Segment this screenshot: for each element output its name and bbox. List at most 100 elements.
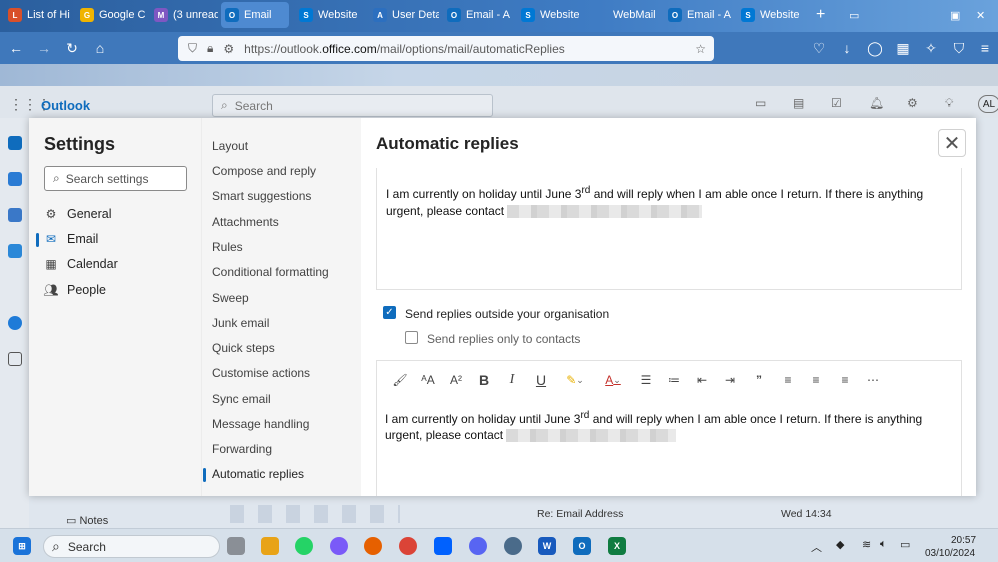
outlook-search-input[interactable]: ⌕ Search	[212, 94, 493, 117]
decrease-indent-icon[interactable]: ⇤	[694, 372, 710, 388]
send-outside-checkbox[interactable]: ✓	[383, 306, 396, 319]
align-left-icon[interactable]: ≡	[780, 372, 796, 388]
browser-tab[interactable]: S Website	[295, 2, 365, 28]
nav-item-general[interactable]: ⚙ General	[44, 207, 112, 221]
maximize-icon[interactable]: ▣	[946, 2, 962, 28]
nav-item-calendar[interactable]: ▦ Calendar	[44, 257, 117, 271]
subnav-attachments[interactable]: Attachments	[212, 215, 279, 229]
excel-icon[interactable]: X	[608, 537, 626, 555]
outlook-icon[interactable]: O	[573, 537, 591, 555]
home-icon[interactable]: ⌂	[91, 39, 109, 57]
contacts-only-checkbox[interactable]	[405, 331, 418, 344]
numbering-icon[interactable]: ≔	[666, 372, 682, 388]
taskbar-search[interactable]: ⌕ Search	[43, 535, 220, 558]
tray-chevron-icon[interactable]: ︿	[811, 539, 822, 555]
browser-tab-active[interactable]: OEmail✕	[221, 2, 289, 28]
close-button[interactable]: ✕	[938, 129, 966, 157]
browser-tab[interactable]: WebMail	[590, 2, 660, 28]
subnav-sweep[interactable]: Sweep	[212, 291, 249, 305]
task-view-icon[interactable]	[227, 537, 245, 555]
todo-app-icon[interactable]	[8, 244, 22, 258]
pocket-icon[interactable]: ♡	[810, 39, 828, 57]
bookmark-star-icon[interactable]: ☆	[695, 42, 706, 56]
notes-folder[interactable]: ▭ Notes	[66, 514, 108, 527]
nav-item-people[interactable]: 👥︎ People	[43, 283, 106, 297]
battery-icon[interactable]: ▭	[900, 538, 910, 551]
download-icon[interactable]: ↓	[838, 39, 856, 57]
browser-tab[interactable]: L List of Hi	[4, 2, 74, 28]
subnav-quick-steps[interactable]: Quick steps	[212, 341, 275, 355]
increase-indent-icon[interactable]: ⇥	[722, 372, 738, 388]
app-icon[interactable]	[504, 537, 522, 555]
avatar[interactable]: AL	[978, 95, 998, 113]
bell-icon[interactable]: 🔔︎	[869, 96, 884, 110]
subnav-layout[interactable]: Layout	[212, 139, 248, 153]
clock-time[interactable]: 20:57	[951, 535, 976, 546]
more-options-icon[interactable]: ⋯	[865, 372, 881, 388]
inside-reply-editor[interactable]: I am currently on holiday until June 3rd…	[376, 168, 962, 290]
reload-icon[interactable]: ↻	[63, 39, 81, 57]
chrome-icon[interactable]	[399, 537, 417, 555]
calendar-app-icon[interactable]	[8, 172, 22, 186]
dropbox-tray-icon[interactable]: ◆	[836, 538, 844, 551]
dropbox-icon[interactable]	[434, 537, 452, 555]
clock-date[interactable]: 03/10/2024	[925, 548, 975, 559]
window-close-icon[interactable]: ✕	[972, 2, 988, 28]
tab-list-icon[interactable]: ▭	[845, 2, 863, 28]
subnav-message-handling[interactable]: Message handling	[212, 417, 309, 431]
puzzle-icon[interactable]: ✧	[922, 39, 940, 57]
outside-reply-text[interactable]: I am currently on holiday until June 3rd…	[385, 408, 945, 443]
subnav-rules[interactable]: Rules	[212, 240, 243, 254]
underline-icon[interactable]: U	[533, 372, 549, 388]
file-explorer-icon[interactable]	[261, 537, 279, 555]
whatsapp-icon[interactable]	[295, 537, 313, 555]
tips-icon[interactable]: 💡︎	[945, 96, 953, 111]
highlight-icon[interactable]: ✎ ⌄	[561, 372, 589, 388]
font-size-icon[interactable]: A²	[448, 372, 464, 388]
quote-icon[interactable]: ”	[751, 372, 767, 388]
todo-icon[interactable]: ☑	[831, 96, 842, 110]
nav-item-email[interactable]: ✉ Email	[44, 232, 98, 246]
mail-subject[interactable]: Re: Email Address	[537, 508, 623, 520]
firefox-icon[interactable]	[364, 537, 382, 555]
word-icon[interactable]: W	[538, 537, 556, 555]
account-icon[interactable]: ◯	[866, 39, 884, 57]
browser-tab[interactable]: O Email - A	[664, 2, 734, 28]
subnav-sync-email[interactable]: Sync email	[212, 392, 271, 406]
more-apps-icon[interactable]	[8, 352, 22, 366]
subnav-junk-email[interactable]: Junk email	[212, 316, 269, 330]
align-center-icon[interactable]: ≡	[808, 372, 824, 388]
subnav-automatic-replies[interactable]: Automatic replies	[212, 467, 304, 481]
permissions-icon[interactable]: ⚙	[223, 42, 234, 56]
shield-icon[interactable]: ⛉	[950, 39, 968, 57]
address-bar[interactable]: ⛉ 🔒︎ ⚙ https://outlook.office.com/mail/o…	[178, 36, 714, 61]
wifi-icon[interactable]: ≋	[862, 538, 871, 551]
browser-tab[interactable]: A User Deta	[369, 2, 439, 28]
font-icon[interactable]: ᴬA	[420, 372, 436, 388]
tracking-shield-icon[interactable]: ⛉	[188, 41, 197, 56]
browser-tab[interactable]: G Google C	[76, 2, 146, 28]
subnav-conditional-formatting[interactable]: Conditional formatting	[212, 265, 329, 279]
meet-now-icon[interactable]: ▭	[755, 96, 766, 110]
menu-icon[interactable]: ≡	[976, 39, 994, 57]
subnav-forwarding[interactable]: Forwarding	[212, 442, 272, 456]
back-icon[interactable]: ←	[7, 39, 25, 57]
new-tab-button[interactable]: +	[812, 2, 832, 28]
align-right-icon[interactable]: ≡	[837, 372, 853, 388]
bold-icon[interactable]: B	[476, 372, 492, 388]
browser-tab[interactable]: S Website	[517, 2, 587, 28]
subnav-compose-reply[interactable]: Compose and reply	[212, 164, 316, 178]
windows-start-icon[interactable]: ⊞	[13, 537, 31, 555]
subnav-customise-actions[interactable]: Customise actions	[212, 366, 310, 380]
messenger-icon[interactable]	[330, 537, 348, 555]
extension-icon[interactable]: ▦	[894, 39, 912, 57]
volume-icon[interactable]: 🔈︎	[880, 538, 887, 551]
settings-search-input[interactable]: ⌕ Search settings	[44, 166, 187, 191]
people-app-icon[interactable]	[8, 208, 22, 222]
settings-gear-icon[interactable]: ⚙	[907, 96, 918, 110]
browser-tab[interactable]: M (3 unread	[150, 2, 218, 28]
forward-icon[interactable]: →	[35, 39, 53, 57]
browser-tab[interactable]: O Email - A	[443, 2, 513, 28]
italic-icon[interactable]: I	[504, 372, 520, 388]
bullets-icon[interactable]: ☰	[638, 372, 654, 388]
